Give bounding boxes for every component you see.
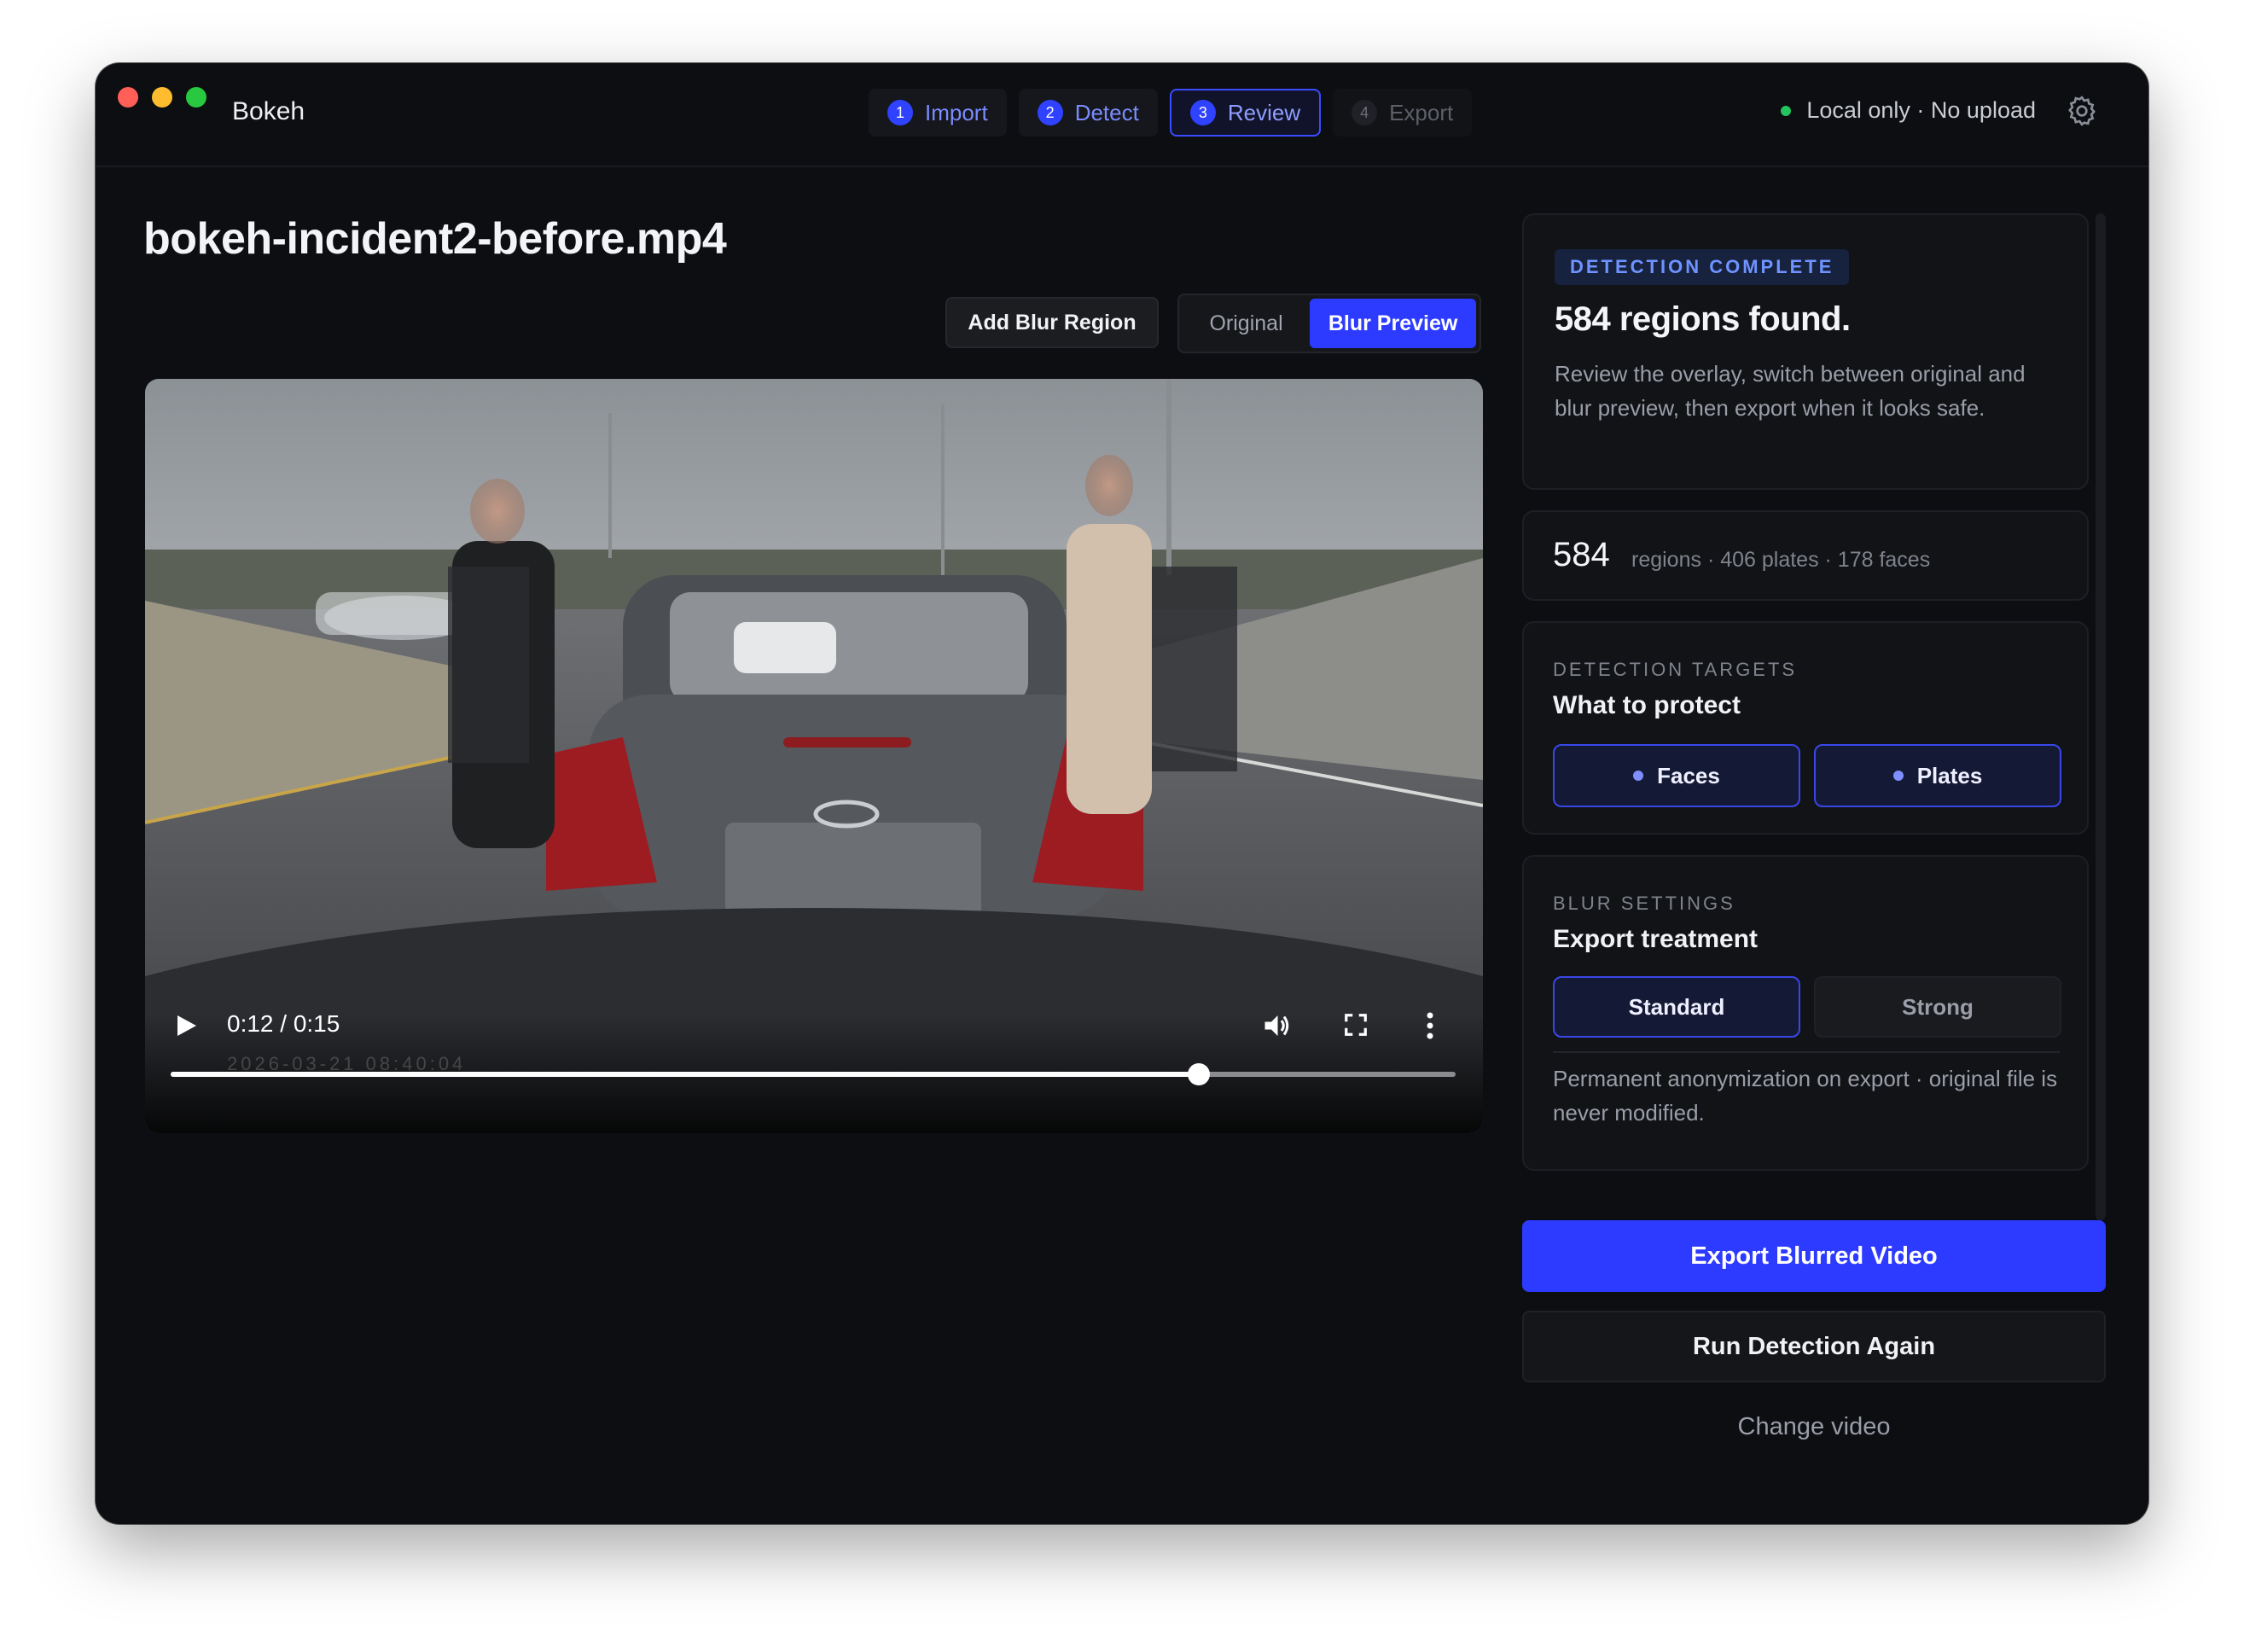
summary-headline: 584 regions found.: [1555, 300, 1851, 338]
blur-caption: BLUR SETTINGS: [1553, 893, 1735, 914]
gear-icon[interactable]: [2065, 94, 2099, 128]
step-navigation: 1 Import 2 Detect 3 Review 4 Export: [869, 89, 1473, 137]
blur-settings-card: BLUR SETTINGS Export treatment Standard …: [1522, 855, 2089, 1171]
region-count: 584: [1553, 536, 1610, 573]
selected-dot-icon: [1633, 771, 1644, 781]
status-badge: DETECTION COMPLETE: [1555, 249, 1850, 285]
step-number: 3: [1189, 100, 1216, 125]
chip-label: Faces: [1657, 762, 1720, 788]
step-export[interactable]: 4 Export: [1333, 89, 1473, 137]
target-plates-toggle[interactable]: Plates: [1814, 744, 2061, 807]
step-import[interactable]: 1 Import: [869, 89, 1007, 137]
add-blur-region-button[interactable]: Add Blur Region: [945, 297, 1159, 348]
privacy-status: Local only · No upload: [1781, 97, 2036, 124]
step-label: Export: [1389, 99, 1454, 125]
video-player[interactable]: 0:12 / 0:15 2026-03-21 08:40:04: [145, 379, 1483, 1133]
export-blurred-video-button[interactable]: Export Blurred Video: [1522, 1220, 2106, 1292]
more-options-icon[interactable]: [1425, 1010, 1435, 1041]
title-bar: Bokeh 1 Import 2 Detect 3 Review 4 Expor…: [96, 63, 2148, 167]
view-original-option[interactable]: Original: [1183, 299, 1310, 348]
chip-label: Plates: [1916, 762, 1983, 788]
step-label: Import: [925, 99, 988, 125]
change-video-link[interactable]: Change video: [1522, 1401, 2106, 1452]
step-review[interactable]: 3 Review: [1169, 89, 1322, 137]
app-window: Bokeh 1 Import 2 Detect 3 Review 4 Expor…: [96, 63, 2148, 1524]
detection-targets-card: DETECTION TARGETS What to protect Faces …: [1522, 621, 2089, 835]
region-count-card: 584 regions · 406 plates · 178 faces: [1522, 510, 2089, 601]
view-blur-preview-option[interactable]: Blur Preview: [1310, 299, 1476, 348]
seek-handle[interactable]: [1187, 1063, 1210, 1085]
sidebar-scrollbar[interactable]: [2096, 213, 2106, 1220]
status-dot-icon: [1781, 105, 1792, 116]
minimize-window-button[interactable]: [152, 87, 172, 108]
playback-time: 0:12 / 0:15: [227, 1010, 340, 1037]
run-detection-again-button[interactable]: Run Detection Again: [1522, 1311, 2106, 1382]
step-number: 1: [887, 100, 913, 125]
play-icon[interactable]: [177, 1015, 196, 1036]
step-detect[interactable]: 2 Detect: [1018, 89, 1158, 137]
file-title: bokeh-incident2-before.mp4: [143, 214, 727, 264]
targets-caption: DETECTION TARGETS: [1553, 659, 1798, 680]
step-number: 2: [1037, 100, 1063, 125]
blur-note: Permanent anonymization on export · orig…: [1553, 1066, 2058, 1126]
fullscreen-icon[interactable]: [1343, 1012, 1369, 1038]
blur-standard-option[interactable]: Standard: [1553, 976, 1800, 1038]
view-mode-toggle: Original Blur Preview: [1177, 294, 1481, 353]
targets-heading: What to protect: [1553, 691, 1741, 719]
seek-progress: [171, 1072, 1199, 1077]
chip-label: Standard: [1628, 993, 1725, 1020]
close-window-button[interactable]: [118, 87, 138, 108]
zoom-window-button[interactable]: [186, 87, 206, 108]
chip-label: Strong: [1902, 993, 1974, 1020]
step-label: Detect: [1074, 99, 1139, 125]
seek-bar[interactable]: [171, 1063, 1456, 1085]
app-title: Bokeh: [232, 97, 305, 125]
blur-heading: Export treatment: [1553, 925, 1759, 953]
selected-dot-icon: [1892, 771, 1904, 781]
step-label: Review: [1227, 99, 1301, 125]
blur-strong-option[interactable]: Strong: [1814, 976, 2061, 1038]
target-faces-toggle[interactable]: Faces: [1553, 744, 1800, 807]
step-number: 4: [1352, 100, 1378, 125]
summary-description: Review the overlay, switch between origi…: [1555, 361, 2026, 421]
region-breakdown: regions · 406 plates · 178 faces: [1631, 548, 1931, 572]
divider: [1553, 1051, 2060, 1053]
volume-icon[interactable]: [1261, 1010, 1292, 1041]
detection-summary-card: DETECTION COMPLETE 584 regions found. Re…: [1522, 213, 2089, 490]
status-text: Local only · No upload: [1806, 97, 2036, 123]
